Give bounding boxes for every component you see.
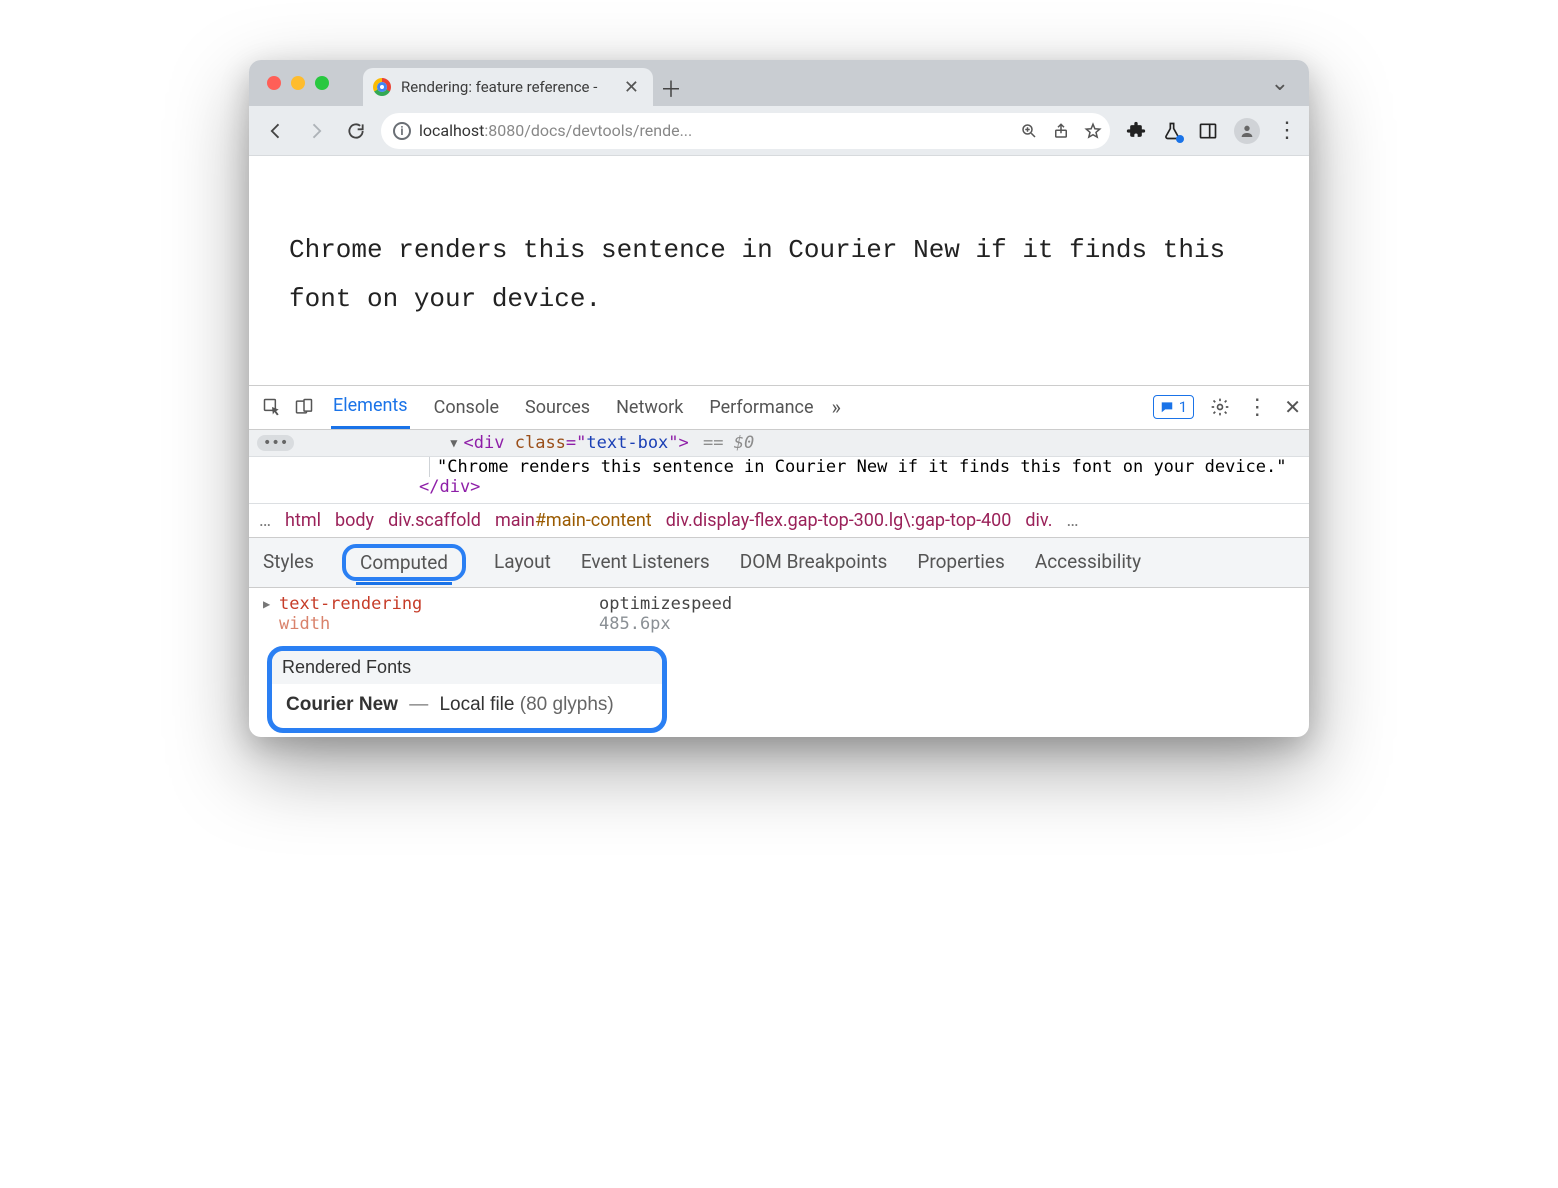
element-text-node[interactable]: "Chrome renders this sentence in Courier… — [249, 457, 1309, 477]
close-devtools-button[interactable]: ✕ — [1284, 395, 1301, 419]
tabs-dropdown-button[interactable]: ⌄ — [1271, 60, 1289, 106]
rendered-font-glyphs: (80 glyphs) — [520, 694, 614, 715]
page-text: Chrome renders this sentence in Courier … — [289, 235, 1225, 314]
inspect-element-icon[interactable] — [257, 392, 287, 422]
devtools-menu-icon[interactable]: ⋮ — [1246, 395, 1268, 420]
ellipsis-icon[interactable]: ••• — [257, 435, 294, 451]
el-attr-name: class — [515, 433, 566, 453]
issues-badge[interactable]: 1 — [1153, 395, 1194, 419]
subtab-dom-breakpoints[interactable]: DOM Breakpoints — [738, 546, 890, 579]
settings-icon[interactable] — [1210, 397, 1230, 417]
rendered-font-name: Courier New — [286, 694, 398, 715]
side-panel-icon[interactable] — [1198, 121, 1218, 141]
minimize-window-button[interactable] — [291, 76, 305, 90]
expand-triangle-icon[interactable]: ▶ — [263, 597, 279, 611]
crumb-div-last[interactable]: div. — [1025, 510, 1052, 531]
experiments-icon[interactable] — [1162, 121, 1182, 141]
computed-row-width[interactable]: width 485.6px — [263, 614, 1299, 634]
forward-button[interactable] — [301, 116, 331, 146]
reload-button[interactable] — [341, 116, 371, 146]
browser-tab[interactable]: Rendering: feature reference - ✕ — [363, 68, 653, 106]
rendered-font-source: Local file — [439, 694, 514, 715]
element-text: "Chrome renders this sentence in Courier… — [437, 457, 1287, 477]
more-tabs-button[interactable]: » — [832, 395, 841, 419]
close-window-button[interactable] — [267, 76, 281, 90]
subtab-properties[interactable]: Properties — [915, 546, 1006, 579]
prop-value: optimizespeed — [599, 594, 732, 614]
elements-breadcrumb[interactable]: … html body div.scaffold main#main-conte… — [249, 504, 1309, 538]
devtools-panel: Elements Console Sources Network Perform… — [249, 385, 1309, 737]
eq0-label: == $0 — [703, 433, 754, 453]
subtab-styles[interactable]: Styles — [261, 546, 316, 579]
page-content: Chrome renders this sentence in Courier … — [249, 156, 1309, 385]
prop-name: text-rendering — [279, 594, 599, 614]
prop-name: width — [279, 614, 599, 634]
crumb-html[interactable]: html — [285, 510, 321, 531]
tab-performance[interactable]: Performance — [707, 387, 815, 428]
tab-network[interactable]: Network — [614, 387, 685, 428]
expand-triangle-icon[interactable]: ▼ — [450, 436, 457, 450]
crumb-div-scaffold[interactable]: div.scaffold — [388, 510, 481, 531]
subtab-computed[interactable]: Computed — [342, 544, 466, 581]
rendered-fonts-section: Rendered Fonts Courier New — Local file … — [267, 646, 667, 733]
crumb-main[interactable]: main#main-content — [495, 510, 652, 531]
maximize-window-button[interactable] — [315, 76, 329, 90]
styles-subtabs: Styles Computed Layout Event Listeners D… — [249, 538, 1309, 588]
device-toolbar-icon[interactable] — [289, 392, 319, 422]
bookmark-star-icon[interactable] — [1084, 122, 1102, 140]
el-open: <div — [464, 433, 505, 453]
crumb-div-flex[interactable]: div.display-flex.gap-top-300.lg\:gap-top… — [666, 510, 1012, 531]
devtools-tab-list: Elements Console Sources Network Perform… — [331, 385, 816, 429]
tab-sources[interactable]: Sources — [523, 387, 592, 428]
new-tab-button[interactable]: ＋ — [653, 70, 689, 106]
address-bar[interactable]: i localhost:8080/docs/devtools/rende... — [381, 113, 1110, 149]
element-close-tag: </div> — [249, 477, 1309, 501]
rendered-fonts-row: Courier New — Local file (80 glyphs) — [272, 684, 662, 728]
extensions-icon[interactable] — [1126, 121, 1146, 141]
selected-element-row[interactable]: ••• ▼ <div class="text-box"> == $0 — [249, 430, 1309, 457]
url-text: localhost:8080/docs/devtools/rende... — [419, 121, 1012, 140]
computed-pane: ▶ text-rendering optimizespeed width 485… — [249, 588, 1309, 737]
profile-avatar[interactable] — [1234, 118, 1260, 144]
back-button[interactable] — [261, 116, 291, 146]
menu-icon[interactable]: ⋮ — [1276, 118, 1297, 143]
tab-title: Rendering: feature reference - — [401, 78, 597, 96]
url-host: localhost — [419, 121, 484, 140]
crumb-body[interactable]: body — [335, 510, 374, 531]
toolbar-right: ⋮ — [1126, 118, 1297, 144]
close-tab-button[interactable]: ✕ — [624, 77, 639, 98]
tab-strip: Rendering: feature reference - ✕ ＋ ⌄ — [249, 60, 1309, 106]
tab-elements[interactable]: Elements — [331, 385, 410, 429]
traffic-lights — [261, 60, 329, 106]
devtools-tabbar: Elements Console Sources Network Perform… — [249, 386, 1309, 430]
subtab-accessibility[interactable]: Accessibility — [1033, 546, 1143, 579]
share-icon[interactable] — [1052, 122, 1070, 140]
dash: — — [409, 694, 428, 715]
el-close-bracket: > — [679, 433, 689, 453]
breadcrumb-more-left[interactable]: … — [259, 510, 271, 531]
rendered-fonts-header: Rendered Fonts — [272, 651, 662, 684]
zoom-icon[interactable] — [1020, 122, 1038, 140]
subtab-layout[interactable]: Layout — [492, 546, 553, 579]
prop-value: 485.6px — [599, 614, 671, 634]
tab-console[interactable]: Console — [432, 387, 501, 428]
breadcrumb-more-right[interactable]: … — [1066, 510, 1078, 531]
browser-window: Rendering: feature reference - ✕ ＋ ⌄ i l… — [249, 60, 1309, 737]
computed-row-text-rendering[interactable]: ▶ text-rendering optimizespeed — [263, 594, 1299, 614]
chrome-favicon-icon — [373, 78, 391, 96]
url-path: :8080/docs/devtools/rende... — [484, 121, 692, 140]
subtab-event-listeners[interactable]: Event Listeners — [579, 546, 712, 579]
el-attr-val: text-box — [586, 433, 668, 453]
issues-count: 1 — [1179, 398, 1187, 416]
toolbar: i localhost:8080/docs/devtools/rende... — [249, 106, 1309, 156]
site-info-icon[interactable]: i — [393, 122, 411, 140]
elements-tree[interactable]: ••• ▼ <div class="text-box"> == $0 "Chro… — [249, 430, 1309, 504]
